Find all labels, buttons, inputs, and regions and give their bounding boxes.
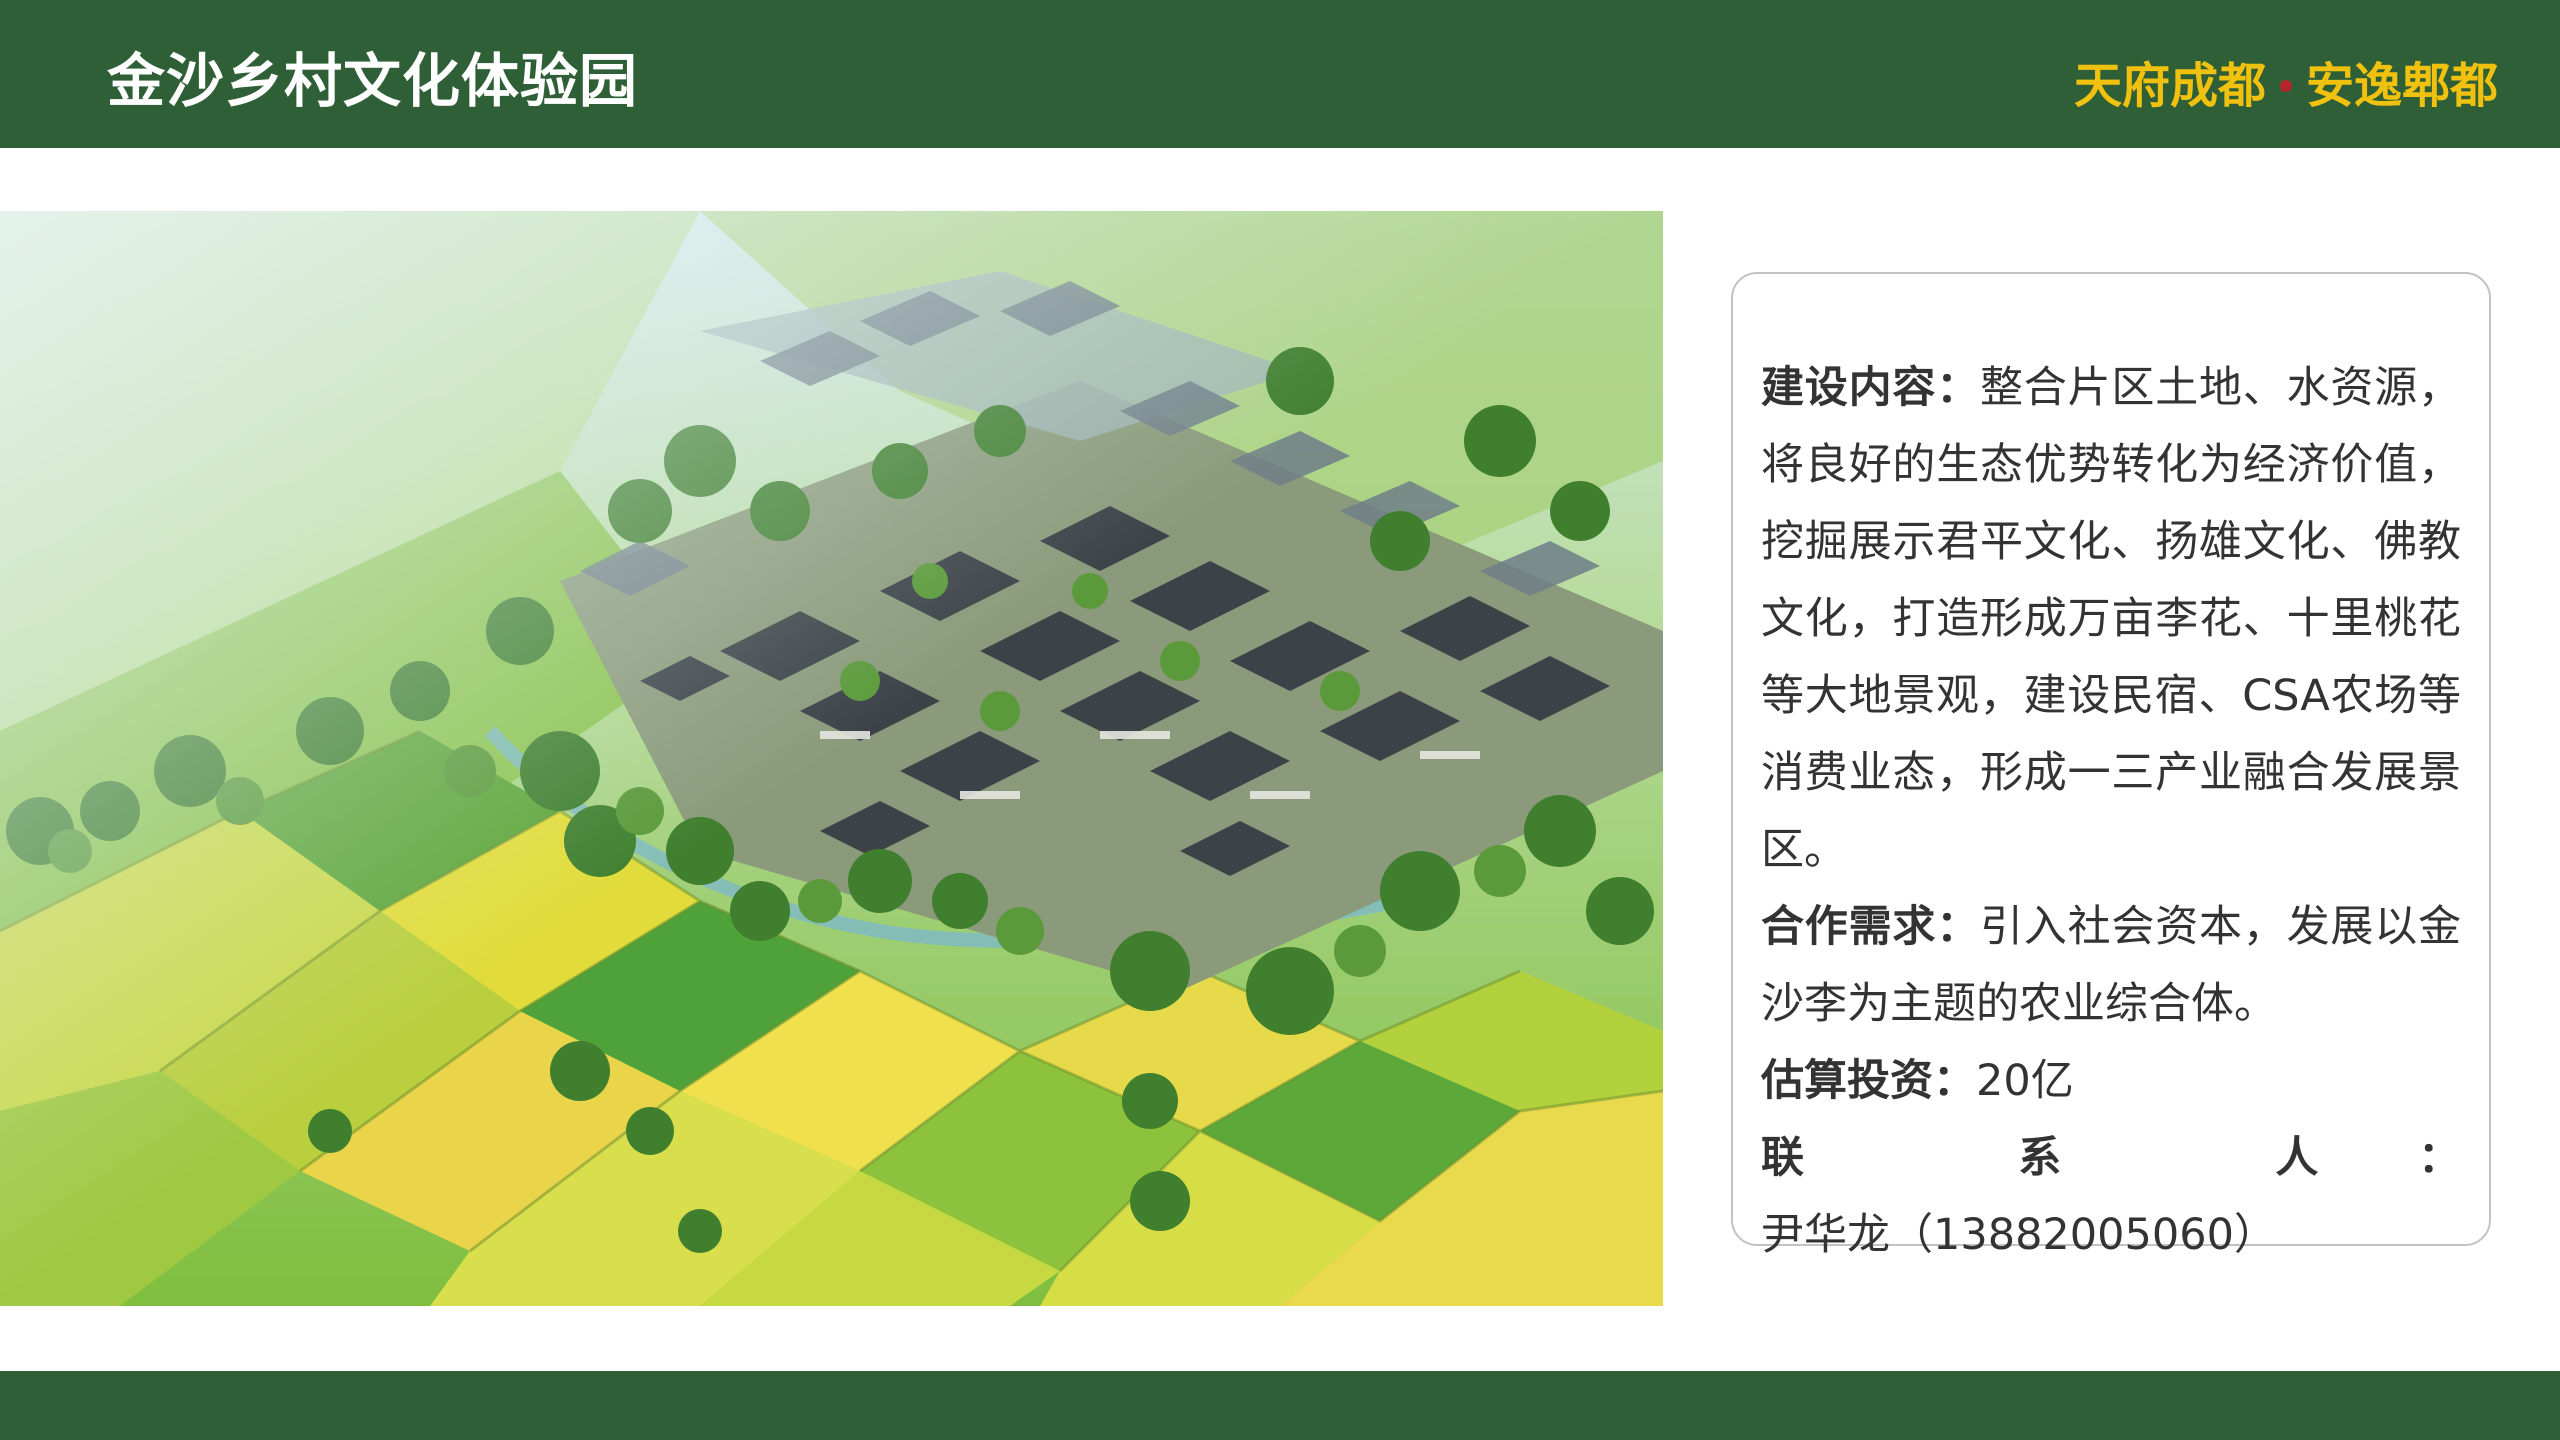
investment-paragraph: 估算投资：20亿 [1761, 1043, 2461, 1120]
project-info-card: 建设内容：整合片区土地、水资源，将良好的生态优势转化为经济价值，挖掘展示君平文化… [1731, 272, 2491, 1260]
cooperation-label: 合作需求： [1761, 902, 1980, 952]
aerial-village-rendering-icon [0, 211, 1663, 1306]
cooperation-paragraph: 合作需求：引入社会资本，发展以金沙李为主题的农业综合体。 [1761, 889, 2461, 1043]
page-title: 金沙乡村文化体验园 [107, 47, 639, 115]
contact-label: 联 系 人： [1761, 1133, 2461, 1183]
investment-text: 20亿 [1976, 1056, 2074, 1106]
slogan-left: 天府成都 [2073, 58, 2266, 114]
slogan: 天府成都 安逸郫都 [2074, 62, 2498, 110]
slogan-dot-icon [2279, 80, 2292, 92]
investment-label: 估算投资： [1761, 1056, 1976, 1106]
construction-text: 整合片区土地、水资源，将良好的生态优势转化为经济价值，挖掘展示君平文化、扬雄文化… [1761, 363, 2461, 875]
slogan-right: 安逸郫都 [2305, 58, 2498, 114]
footer-bar [0, 1371, 2560, 1440]
contact-paragraph: 联 系 人： 尹华龙（13882005060） [1761, 1120, 2461, 1274]
header-bar: 金沙乡村文化体验园 天府成都 安逸郫都 [0, 0, 2560, 148]
construction-paragraph: 建设内容：整合片区土地、水资源，将良好的生态优势转化为经济价值，挖掘展示君平文化… [1761, 350, 2461, 889]
contact-text: 尹华龙（13882005060） [1761, 1210, 2277, 1260]
aerial-village-image [0, 211, 1663, 1306]
construction-label: 建设内容： [1761, 363, 1980, 413]
